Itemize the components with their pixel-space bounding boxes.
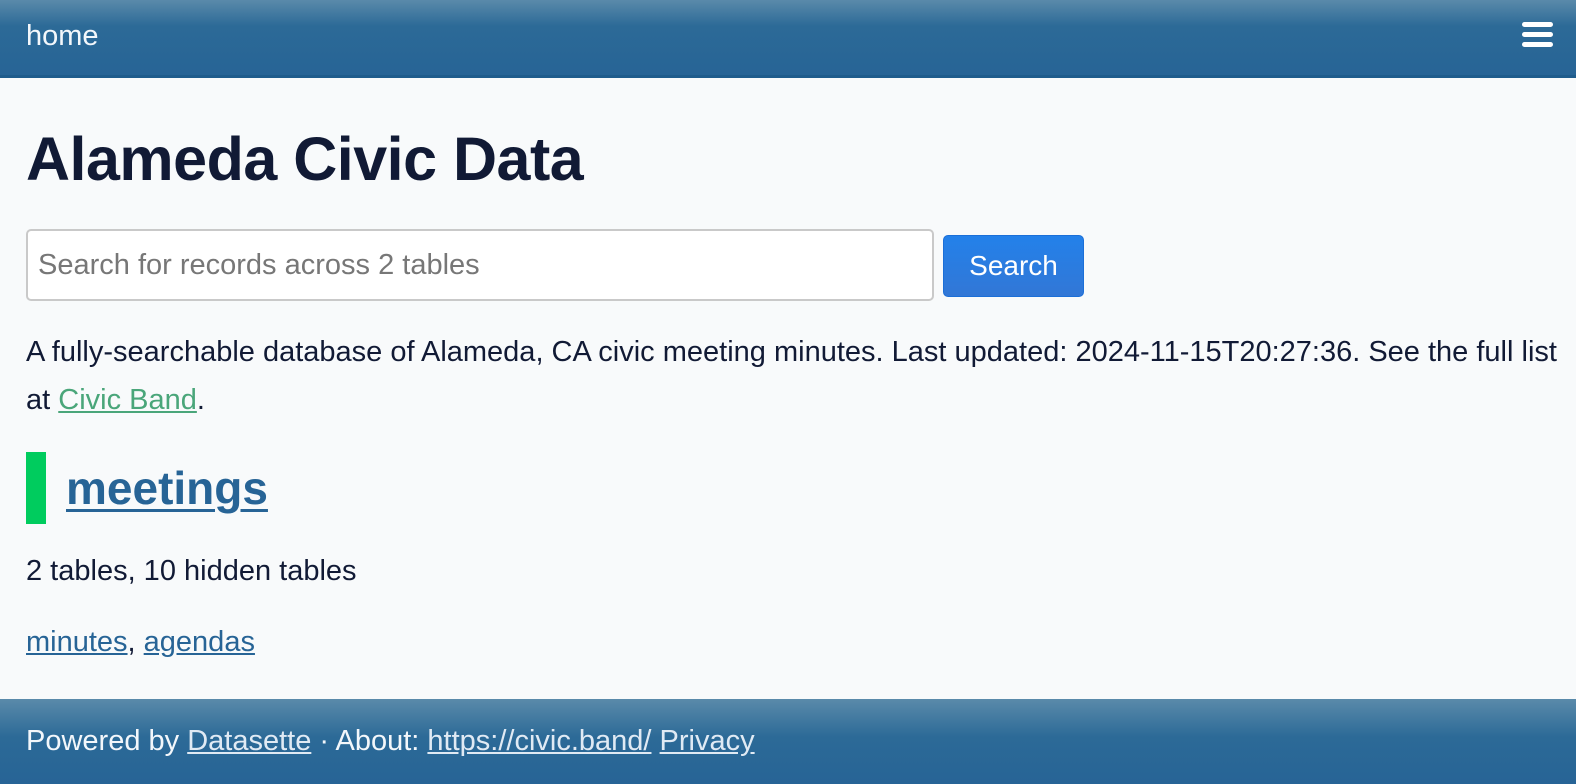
description-period: . bbox=[196, 384, 205, 416]
home-link[interactable]: home bbox=[26, 20, 99, 53]
table-link-minutes[interactable]: minutes bbox=[26, 626, 128, 658]
table-list: minutes, agendas bbox=[26, 626, 255, 659]
database-description: A fully-searchable database of Alameda, … bbox=[26, 328, 1566, 424]
menu-bar bbox=[1522, 22, 1553, 27]
description-text: A fully-searchable database of Alameda, … bbox=[26, 336, 1557, 416]
datasette-link[interactable]: Datasette bbox=[187, 725, 311, 757]
database-table-count: 2 tables, 10 hidden tables bbox=[26, 555, 357, 587]
hamburger-menu-icon[interactable] bbox=[1522, 20, 1554, 48]
powered-by-label: Powered by bbox=[26, 725, 188, 757]
table-separator: , bbox=[127, 626, 144, 658]
privacy-link[interactable]: Privacy bbox=[660, 725, 755, 757]
about-label: · About: bbox=[311, 725, 428, 757]
footer: Powered by Datasette · About: https://ci… bbox=[0, 699, 1576, 784]
database-link-meetings[interactable]: meetings bbox=[66, 461, 268, 515]
search-input[interactable] bbox=[26, 229, 934, 301]
page-title: Alameda Civic Data bbox=[26, 125, 584, 193]
menu-bar bbox=[1522, 42, 1553, 47]
database-heading: meetings bbox=[26, 452, 268, 524]
search-button[interactable]: Search bbox=[943, 235, 1084, 297]
table-link-agendas[interactable]: agendas bbox=[144, 626, 255, 658]
footer-text: Powered by Datasette · About: https://ci… bbox=[26, 725, 755, 758]
about-link[interactable]: https://civic.band/ bbox=[427, 725, 651, 757]
menu-bar bbox=[1522, 32, 1553, 37]
top-nav-bar: home bbox=[0, 0, 1576, 78]
civic-band-link[interactable]: Civic Band bbox=[58, 384, 197, 416]
